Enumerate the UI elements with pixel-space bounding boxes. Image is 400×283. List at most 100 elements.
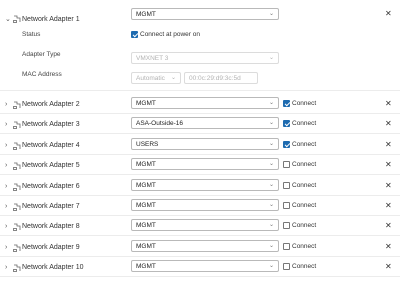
network-adapter-icon: [13, 264, 21, 272]
network-select[interactable]: USERS ⌄: [131, 138, 279, 150]
network-adapter-icon: [13, 142, 21, 150]
network-adapter-icon: [13, 15, 21, 23]
close-icon[interactable]: ✕: [385, 120, 392, 128]
chevron-right-icon[interactable]: ›: [5, 264, 7, 272]
close-icon[interactable]: ✕: [385, 141, 392, 149]
adapter-name: Network Adapter 5: [22, 162, 80, 169]
adapter-name: Network Adapter 9: [22, 244, 80, 251]
chevron-down-icon: ⌄: [268, 222, 274, 228]
chevron-down-icon: ⌄: [268, 100, 274, 106]
chevron-right-icon[interactable]: ›: [5, 244, 7, 252]
network-select-value: MGMT: [136, 100, 156, 107]
divider: [0, 215, 400, 216]
chevron-right-icon[interactable]: ›: [5, 162, 7, 170]
mac-mode-select: Automatic ⌄: [131, 72, 181, 84]
close-icon[interactable]: ✕: [385, 243, 392, 251]
network-select[interactable]: MGMT ⌄: [131, 199, 279, 211]
connect-label: Connect: [292, 120, 317, 127]
close-icon[interactable]: ✕: [385, 10, 392, 18]
mac-address-label: MAC Address: [22, 71, 62, 78]
network-adapter-icon: [13, 244, 21, 252]
connect-at-power-on-checkbox[interactable]: [131, 31, 138, 38]
chevron-down-icon: ⌄: [268, 243, 274, 249]
connect-checkbox[interactable]: [283, 182, 290, 189]
divider: [0, 113, 400, 114]
chevron-down-icon: ⌄: [268, 182, 274, 188]
chevron-right-icon[interactable]: ›: [5, 101, 7, 109]
divider: [0, 256, 400, 257]
connect-checkbox[interactable]: [283, 243, 290, 250]
divider: [0, 154, 400, 155]
chevron-down-icon: ⌄: [268, 161, 274, 167]
connect-label: Connect: [292, 243, 317, 250]
chevron-right-icon[interactable]: ›: [5, 142, 7, 150]
connect-label: Connect: [292, 161, 317, 168]
chevron-down-icon: ⌄: [268, 55, 274, 61]
close-icon[interactable]: ✕: [385, 222, 392, 230]
network-select[interactable]: MGMT ⌄: [131, 158, 279, 170]
divider: [0, 235, 400, 236]
network-select-value: ASA-Outside-16: [136, 120, 183, 127]
connect-checkbox[interactable]: [283, 141, 290, 148]
close-icon[interactable]: ✕: [385, 100, 392, 108]
divider: [0, 174, 400, 175]
close-icon[interactable]: ✕: [385, 263, 392, 271]
connect-label: Connect: [292, 263, 317, 270]
network-select[interactable]: MGMT ⌄: [131, 260, 279, 272]
connect-checkbox[interactable]: [283, 222, 290, 229]
network-select-value: MGMT: [136, 161, 156, 168]
connect-label: Connect: [292, 202, 317, 209]
adapter-name: Network Adapter 7: [22, 203, 80, 210]
network-select[interactable]: MGMT ⌄: [131, 240, 279, 252]
connect-label: Connect: [292, 100, 317, 107]
adapter-name: Network Adapter 8: [22, 223, 80, 230]
close-icon[interactable]: ✕: [385, 161, 392, 169]
adapter-type-value: VMXNET 3: [136, 55, 169, 62]
adapter-type-label: Adapter Type: [22, 51, 61, 58]
divider: [0, 90, 400, 91]
chevron-down-icon: ⌄: [268, 11, 274, 17]
chevron-right-icon[interactable]: ›: [5, 223, 7, 231]
connect-label: Connect: [292, 222, 317, 229]
connect-at-power-on-label: Connect at power on: [140, 31, 200, 38]
close-icon[interactable]: ✕: [385, 182, 392, 190]
network-select[interactable]: MGMT ⌄: [131, 219, 279, 231]
network-select-value: MGMT: [136, 222, 156, 229]
chevron-down-icon: ⌄: [268, 141, 274, 147]
mac-mode-value: Automatic: [136, 75, 165, 82]
adapter-name: Network Adapter 4: [22, 142, 80, 149]
chevron-right-icon[interactable]: ›: [5, 203, 7, 211]
chevron-right-icon[interactable]: ›: [5, 121, 7, 129]
adapter-row-expanded: ⌄ Network Adapter 1 MGMT ⌄ ✕ Status Conn…: [0, 0, 400, 98]
network-select[interactable]: MGMT ⌄: [131, 179, 279, 191]
network-select-value: MGMT: [136, 263, 156, 270]
close-icon[interactable]: ✕: [385, 202, 392, 210]
connect-checkbox[interactable]: [283, 202, 290, 209]
connect-checkbox[interactable]: [283, 100, 290, 107]
adapter-name: Network Adapter 6: [22, 183, 80, 190]
network-select-value: MGMT: [136, 182, 156, 189]
chevron-down-icon[interactable]: ⌄: [5, 16, 11, 24]
connect-checkbox[interactable]: [283, 120, 290, 127]
adapter-name: Network Adapter 1: [22, 16, 80, 23]
divider: [0, 276, 400, 277]
network-adapter-icon: [13, 101, 21, 109]
network-select[interactable]: MGMT ⌄: [131, 8, 279, 20]
divider: [0, 133, 400, 134]
network-adapter-icon: [13, 203, 21, 211]
network-select[interactable]: ASA-Outside-16 ⌄: [131, 117, 279, 129]
mac-address-input: 00:0c:29:d9:3c:5d: [184, 72, 258, 84]
network-select-value: MGMT: [136, 243, 156, 250]
network-adapter-icon: [13, 162, 21, 170]
connect-checkbox[interactable]: [283, 161, 290, 168]
chevron-down-icon: ⌄: [170, 75, 176, 81]
connect-checkbox[interactable]: [283, 263, 290, 270]
network-select[interactable]: MGMT ⌄: [131, 97, 279, 109]
network-adapter-icon: [13, 183, 21, 191]
connect-label: Connect: [292, 141, 317, 148]
chevron-right-icon[interactable]: ›: [5, 183, 7, 191]
network-adapter-icon: [13, 121, 21, 129]
chevron-down-icon: ⌄: [268, 120, 274, 126]
network-adapter-icon: [13, 223, 21, 231]
adapter-type-select: VMXNET 3 ⌄: [131, 52, 279, 64]
